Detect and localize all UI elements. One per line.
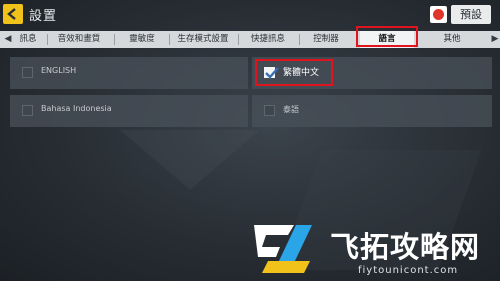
tab-sensitivity[interactable]: 靈敏度 [117, 31, 167, 48]
tab-quick-messages[interactable]: 快捷訊息 [242, 31, 294, 48]
tab-audio-graphics[interactable]: 音效和畫質 [50, 31, 108, 48]
tab-divider [169, 34, 170, 45]
settings-tabs: ◀ 訊息 音效和畫質 靈敏度 生存模式設置 快捷訊息 控制器 語言 其他 ▶ [0, 31, 500, 48]
tab-divider [238, 34, 239, 45]
back-button[interactable] [3, 4, 23, 24]
watermark-text: 飞拓攻略网 [330, 230, 481, 264]
tabs-right-icon[interactable]: ▶ [489, 31, 500, 48]
language-label: Bahasa Indonesia [41, 104, 112, 113]
tab-highlight-frame [356, 26, 418, 47]
watermark-logo-icon [254, 225, 312, 273]
back-arrow-icon [7, 8, 16, 20]
checkbox[interactable] [264, 105, 275, 116]
tab-controller[interactable]: 控制器 [302, 31, 350, 48]
tab-survival-settings[interactable]: 生存模式設置 [172, 31, 234, 48]
tab-divider [47, 34, 48, 45]
tab-other[interactable]: 其他 [420, 31, 484, 48]
language-option-english[interactable]: ENGLISH [10, 57, 248, 89]
language-label: ENGLISH [41, 66, 77, 75]
selection-highlight-frame [255, 59, 333, 86]
page-title: 設置 [29, 9, 58, 24]
language-option-thai[interactable]: 泰語 [252, 95, 492, 127]
language-panel: ENGLISH 繁體中文 Bahasa Indonesia 泰語 [10, 57, 492, 129]
watermark-url: fiytounicont.com [358, 265, 459, 276]
language-label: 泰語 [283, 105, 299, 114]
checkbox[interactable] [22, 105, 33, 116]
language-option-indonesian[interactable]: Bahasa Indonesia [10, 95, 248, 127]
tab-divider [114, 34, 115, 45]
background-decoration [120, 130, 260, 190]
header-bar: 設置 預設 [0, 0, 500, 28]
preset-button[interactable]: 預設 [451, 5, 491, 24]
checkbox[interactable] [22, 67, 33, 78]
tab-messages[interactable]: 訊息 [12, 31, 44, 48]
tab-divider [299, 34, 300, 45]
brand-icon [430, 6, 447, 23]
